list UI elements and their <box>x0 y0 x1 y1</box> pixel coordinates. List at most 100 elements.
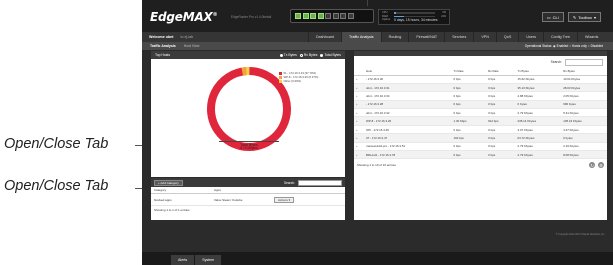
toolbox-label: Toolbox <box>578 14 592 20</box>
welcome-user: Welcome ubnt <box>149 35 174 39</box>
port-indicator <box>332 13 339 19</box>
table-row[interactable]: + ubnt - 172.16.3.32 0 bps 0 bps 2.79 Kbytes… <box>354 108 607 118</box>
option-tx-bytes[interactable]: Tx Bytes <box>279 53 297 57</box>
table-row[interactable]: + OPI - 172.16.3.45 0 bps 0 bps 3.07 Kbytes 4… <box>354 125 607 135</box>
donut-slice-1[interactable] <box>207 67 291 151</box>
welcome-text: Welcome ubnt to ej-lab <box>149 35 193 39</box>
tab-vpn[interactable]: VPN <box>473 32 496 42</box>
callout-open-close-tab-2: Open/Close Tab <box>4 178 109 194</box>
option-rx-bytes[interactable]: Rx Bytes <box>299 53 318 57</box>
hosts-table: Host Tx Rate Rx Rate Tx Bytes Rx Bytes +… <box>354 68 607 160</box>
table-row[interactable]: + ubnt - 172.16.3.34 0 bps 0 bps 2.88 Kbytes… <box>354 91 607 101</box>
expand-row-icon[interactable]: + <box>354 133 364 143</box>
table-row: blocked apps Valve Steam Youtube Actions… <box>151 194 345 206</box>
expand-row-icon[interactable]: + <box>354 91 364 101</box>
copyright: © Copyright 2012-2013 Ubiquiti Networks,… <box>555 233 605 236</box>
categories-search-input[interactable] <box>298 179 342 186</box>
option-tx-bytes-label: Tx Bytes <box>283 53 297 57</box>
column-host[interactable]: Host <box>364 68 452 76</box>
expand-row-icon[interactable]: + <box>354 75 364 84</box>
toolbox-button[interactable]: ✎ Toolbox ▾ <box>567 12 601 22</box>
column-tx-rate[interactable]: Tx Rate <box>451 68 487 76</box>
tab-qos[interactable]: QoS <box>495 32 518 42</box>
cell-tx-bytes: 64.72 Kbytes <box>515 133 562 143</box>
tab-routing[interactable]: Routing <box>380 32 409 42</box>
ram-bar <box>394 15 435 18</box>
category-apps: Valve Steam Youtube <box>214 197 243 202</box>
tab-services[interactable]: Services <box>444 32 473 42</box>
categories-table-header: Category Apps <box>151 187 345 194</box>
cell-rx-rate: 0 bps <box>486 91 516 101</box>
tab-alerts[interactable]: Alerts <box>171 255 195 265</box>
cell-rx-rate: 0 bps <box>486 83 516 93</box>
tab-users[interactable]: Users <box>518 32 543 42</box>
byte-type-options: Tx Bytes Rx Bytes Total Bytes <box>279 53 341 57</box>
ram-bar-fill <box>394 15 404 18</box>
operational-status[interactable]: Operational Status: ◉ Enabled ○ Hosts on… <box>525 44 603 48</box>
cell-tx-bytes: 2.79 Kbytes <box>515 108 562 118</box>
column-rx-bytes[interactable]: Rx Bytes <box>561 68 607 76</box>
column-apps[interactable]: Apps <box>214 188 274 192</box>
cell-tx-rate: 192 bps <box>451 133 487 143</box>
cli-button[interactable]: ▭ CLI <box>541 12 564 22</box>
table-row[interactable]: + - 172.16.3.30 0 bps 0 bps 15.62 Kbytes 10.6… <box>354 75 607 84</box>
hosts-showing-bar: Showing 1 to 10 of 10 entries ↻ ⚙ <box>354 159 607 171</box>
cpu-value: 6% <box>442 11 446 15</box>
port-indicator <box>302 13 309 19</box>
hosts-search-input[interactable] <box>565 58 603 66</box>
cli-label: CLI <box>552 14 559 20</box>
table-row[interactable]: +3T - 172.16.3.47 192 bps 0 bps 64.72 Kbyte… <box>354 133 607 143</box>
add-category-button[interactable]: + Add Category <box>154 179 183 186</box>
expand-row-icon[interactable]: + <box>354 125 364 135</box>
tab-traffic-analysis[interactable]: Traffic Analysis <box>341 32 381 42</box>
expand-row-icon[interactable]: + <box>354 150 364 160</box>
tab-dashboard[interactable]: Dashboard <box>308 32 341 42</box>
actions-dropdown[interactable]: Actions ▾ <box>274 196 295 203</box>
page: Open/Close Tab Open/Close Tab EdgeMAX® E… <box>0 0 613 265</box>
expand-row-icon[interactable]: + <box>354 108 364 118</box>
tab-firewall-nat[interactable]: Firewall/NAT <box>408 32 444 42</box>
tab-system[interactable]: System <box>195 255 222 265</box>
cell-tx-rate: 0 bps <box>451 91 487 101</box>
column-category[interactable]: Category <box>154 188 214 192</box>
expand-row-icon[interactable]: + <box>354 83 364 93</box>
hosts-table-header: Host Tx Rate Rx Rate Tx Bytes Rx Bytes <box>354 68 607 76</box>
tab-config-tree[interactable]: Config Tree <box>542 32 577 42</box>
expand-row-icon[interactable]: + <box>354 142 364 152</box>
legend-label: Other (0.30%) <box>283 79 302 83</box>
top-hosts-header[interactable]: Top Hosts Tx Bytes Rx Bytes Total Bytes <box>151 51 345 59</box>
cell-tx-rate: 0 bps <box>451 125 487 135</box>
cell-tx-bytes: 2.88 Kbytes <box>515 91 562 101</box>
option-total-bytes[interactable]: Total Bytes <box>320 53 341 57</box>
cell-rx-bytes: 2.19 Kbytes <box>561 142 607 152</box>
table-row[interactable]: + - 172.16.3.28 0 bps 0 bps 0 bytes 690 bytes <box>354 100 607 110</box>
expand-row-icon[interactable]: + <box>354 100 364 110</box>
cpu-bar <box>394 12 435 14</box>
cell-tx-bytes: 2.79 Kbytes <box>515 142 562 152</box>
table-row[interactable]: + WP-8 - 172.16.3.26 1.30 Kbps 912 bps 235.1… <box>354 116 607 126</box>
cell-tx-bytes: 3.07 Kbytes <box>515 125 562 135</box>
table-row[interactable]: + manual-dut2-pro - 172.16.3.51 0 bps 0 bps… <box>354 142 607 152</box>
system-stats-panel: CPU 6% RAM 24% Uptime 0 days, 15 hours, … <box>378 9 450 25</box>
cell-rx-rate: 912 bps <box>486 116 516 126</box>
uptime-label: Uptime <box>382 18 391 22</box>
option-rx-bytes-label: Rx Bytes <box>303 53 318 57</box>
column-rx-rate[interactable]: Rx Rate <box>486 68 516 76</box>
table-row[interactable]: + BRL/ed1 - 172.16.3.78 0 bps 0 bps 2.79 Kby… <box>354 150 607 160</box>
option-total-bytes-label: Total Bytes <box>324 53 341 57</box>
table-row[interactable]: + ubnt - 172.16.3.31 0 bps 0 bps 35.13 Kbyte… <box>354 83 607 93</box>
tab-wizards[interactable]: Wizards <box>577 32 605 42</box>
gear-icon[interactable]: ⚙ <box>598 162 604 169</box>
column-tx-bytes[interactable]: Tx Bytes <box>515 68 562 76</box>
port-indicator <box>317 13 324 19</box>
hosts-showing: Showing 1 to 10 of 10 entries <box>357 163 396 168</box>
expand-row-icon[interactable]: + <box>354 116 364 126</box>
refresh-icon[interactable]: ↻ <box>589 162 596 169</box>
legend-swatch <box>279 79 282 83</box>
cell-rx-rate: 0 bps <box>486 75 516 84</box>
cell-rx-bytes: 8.08 Kbytes <box>561 150 607 160</box>
cell-rx-bytes: 690 bytes <box>561 100 607 110</box>
cpu-label: CPU <box>382 11 388 15</box>
cell-rx-rate: 0 bps <box>486 133 516 143</box>
terminal-icon: ▭ <box>546 14 551 20</box>
